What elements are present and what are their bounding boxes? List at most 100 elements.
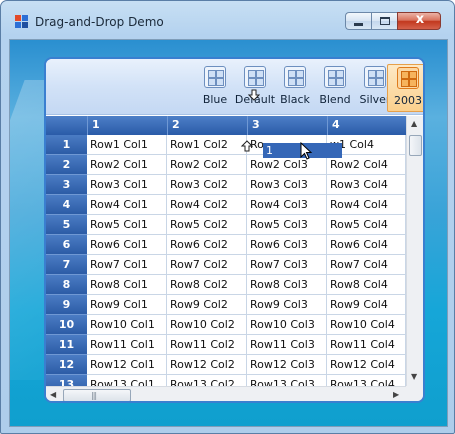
row-header[interactable]: 10 (46, 315, 87, 335)
row-header[interactable]: 8 (46, 275, 87, 295)
grid-cell[interactable]: Row2 Col3 (247, 155, 327, 175)
minimize-icon (354, 23, 363, 26)
close-icon: x (415, 12, 425, 27)
vertical-scrollbar[interactable]: ▲ ▼ (406, 116, 423, 386)
data-grid[interactable]: 1234 1 Row1 Col1 Row1 Col2 Ro w1 Col4 2 Row2 C… (46, 116, 423, 386)
grid-cell[interactable]: Row5 Col4 (327, 215, 406, 235)
theme-silver-icon (364, 66, 386, 88)
theme-blue-icon (204, 66, 226, 88)
grid-cell[interactable]: Row8 Col1 (87, 275, 167, 295)
theme-blend-icon (324, 66, 346, 88)
theme-default-icon (244, 66, 266, 88)
drop-indicator-icon (241, 140, 253, 152)
grid-cell[interactable]: Row7 Col2 (167, 255, 247, 275)
grid-cell[interactable]: Row13 Col4 (327, 375, 406, 386)
row-header[interactable]: 13 (46, 375, 87, 386)
column-header-4[interactable]: 4 (327, 116, 406, 135)
grid-cell[interactable]: Row11 Col3 (247, 335, 327, 355)
grid-cell[interactable]: Row8 Col4 (327, 275, 406, 295)
grid-cell[interactable]: Row5 Col3 (247, 215, 327, 235)
column-header-3[interactable]: 3 (247, 116, 327, 135)
theme-2003-icon (397, 67, 419, 89)
row-header[interactable]: 4 (46, 195, 87, 215)
column-header-1[interactable]: 1 (87, 116, 167, 135)
scroll-left-icon[interactable]: ◀ (50, 390, 56, 399)
grid-cell[interactable]: Row6 Col3 (247, 235, 327, 255)
app-window: Drag-and-Drop Demo x BlueDefaultBlackBle… (0, 0, 455, 434)
grid-cell[interactable]: Row13 Col3 (247, 375, 327, 386)
grid-cell[interactable]: Row6 Col4 (327, 235, 406, 255)
theme-button-label: 2003 (394, 94, 422, 107)
grid-cell[interactable]: Row5 Col1 (87, 215, 167, 235)
grid-cell[interactable]: Row10 Col1 (87, 315, 167, 335)
grid-cell[interactable]: Row7 Col4 (327, 255, 406, 275)
horizontal-scrollbar[interactable]: ◀ ||| ▶ (46, 386, 406, 401)
close-button[interactable]: x (397, 12, 441, 30)
column-header-2[interactable]: 2 (167, 116, 247, 135)
scroll-up-icon[interactable]: ▲ (411, 119, 417, 128)
grid-cell[interactable]: Row10 Col2 (167, 315, 247, 335)
grid-cell[interactable]: Row11 Col1 (87, 335, 167, 355)
grid-cell[interactable]: Row4 Col3 (247, 195, 327, 215)
grid-cell[interactable]: Row9 Col2 (167, 295, 247, 315)
row-header[interactable]: 11 (46, 335, 87, 355)
grid-cell[interactable]: Row13 Col1 (87, 375, 167, 386)
grid-cell[interactable]: Row12 Col2 (167, 355, 247, 375)
grid-cell[interactable]: Row7 Col1 (87, 255, 167, 275)
grid-cell[interactable]: Row9 Col3 (247, 295, 327, 315)
grid-cell[interactable]: Row11 Col2 (167, 335, 247, 355)
grid-cell[interactable]: Row10 Col3 (247, 315, 327, 335)
scrollbar-corner (406, 386, 423, 401)
grid-cell[interactable]: Row12 Col1 (87, 355, 167, 375)
grid-cell[interactable]: Row12 Col3 (247, 355, 327, 375)
grid-cell[interactable]: Row8 Col2 (167, 275, 247, 295)
title-bar[interactable]: Drag-and-Drop Demo x (1, 1, 454, 31)
row-header[interactable]: 2 (46, 155, 87, 175)
grid-cell[interactable]: Row10 Col4 (327, 315, 406, 335)
app-icon (15, 15, 29, 29)
grid-cell[interactable]: Row11 Col4 (327, 335, 406, 355)
grid-cell[interactable]: Row6 Col1 (87, 235, 167, 255)
minimize-button[interactable] (345, 12, 371, 30)
theme-black-icon (284, 66, 306, 88)
grid-cell[interactable]: Row8 Col3 (247, 275, 327, 295)
grid-cell[interactable]: Row3 Col3 (247, 175, 327, 195)
grid-cell[interactable]: Row2 Col4 (327, 155, 406, 175)
grid-cell[interactable]: Row1 Col1 (87, 135, 167, 155)
mouse-cursor-icon (300, 142, 313, 160)
theme-button-2003[interactable]: 2003 (387, 64, 423, 112)
grid-cell[interactable]: Row3 Col4 (327, 175, 406, 195)
row-header[interactable]: 9 (46, 295, 87, 315)
grid-cell[interactable]: Row13 Col2 (167, 375, 247, 386)
grid-cell[interactable]: Row2 Col2 (167, 155, 247, 175)
row-header[interactable]: 1 (46, 135, 87, 155)
grid-cell[interactable]: Row6 Col2 (167, 235, 247, 255)
row-header[interactable]: 7 (46, 255, 87, 275)
grid-cell[interactable]: Row9 Col4 (327, 295, 406, 315)
grid-cell[interactable]: Row9 Col1 (87, 295, 167, 315)
scroll-down-icon[interactable]: ▼ (411, 372, 417, 381)
grid-cell[interactable]: Row3 Col1 (87, 175, 167, 195)
grid-cell[interactable]: Row4 Col4 (327, 195, 406, 215)
row-header[interactable]: 6 (46, 235, 87, 255)
grid-cell[interactable]: Row4 Col2 (167, 195, 247, 215)
scroll-right-icon[interactable]: ▶ (393, 390, 399, 399)
horizontal-scroll-thumb[interactable]: ||| (63, 389, 131, 401)
grid-cell[interactable]: Row2 Col1 (87, 155, 167, 175)
grid-panel: BlueDefaultBlackBlendSilver2003 1234 1Ro… (44, 57, 425, 403)
row-header[interactable]: 5 (46, 215, 87, 235)
row-header[interactable]: 3 (46, 175, 87, 195)
scroll-grip-icon: ||| (91, 391, 97, 400)
grid-cell[interactable]: Row1 Col2 (167, 135, 247, 155)
grid-cell[interactable]: Row3 Col2 (167, 175, 247, 195)
grid-cell[interactable]: Row7 Col3 (247, 255, 327, 275)
client-area: BlueDefaultBlackBlendSilver2003 1234 1Ro… (9, 39, 448, 427)
grid-cell[interactable]: Row5 Col2 (167, 215, 247, 235)
grid-cell[interactable]: Row4 Col1 (87, 195, 167, 215)
vertical-scroll-thumb[interactable] (409, 135, 422, 156)
row-header[interactable]: 12 (46, 355, 87, 375)
maximize-button[interactable] (371, 12, 397, 30)
caption-buttons: x (345, 12, 441, 31)
grid-cell[interactable]: Row12 Col4 (327, 355, 406, 375)
theme-toolbar: BlueDefaultBlackBlendSilver2003 (46, 59, 423, 115)
